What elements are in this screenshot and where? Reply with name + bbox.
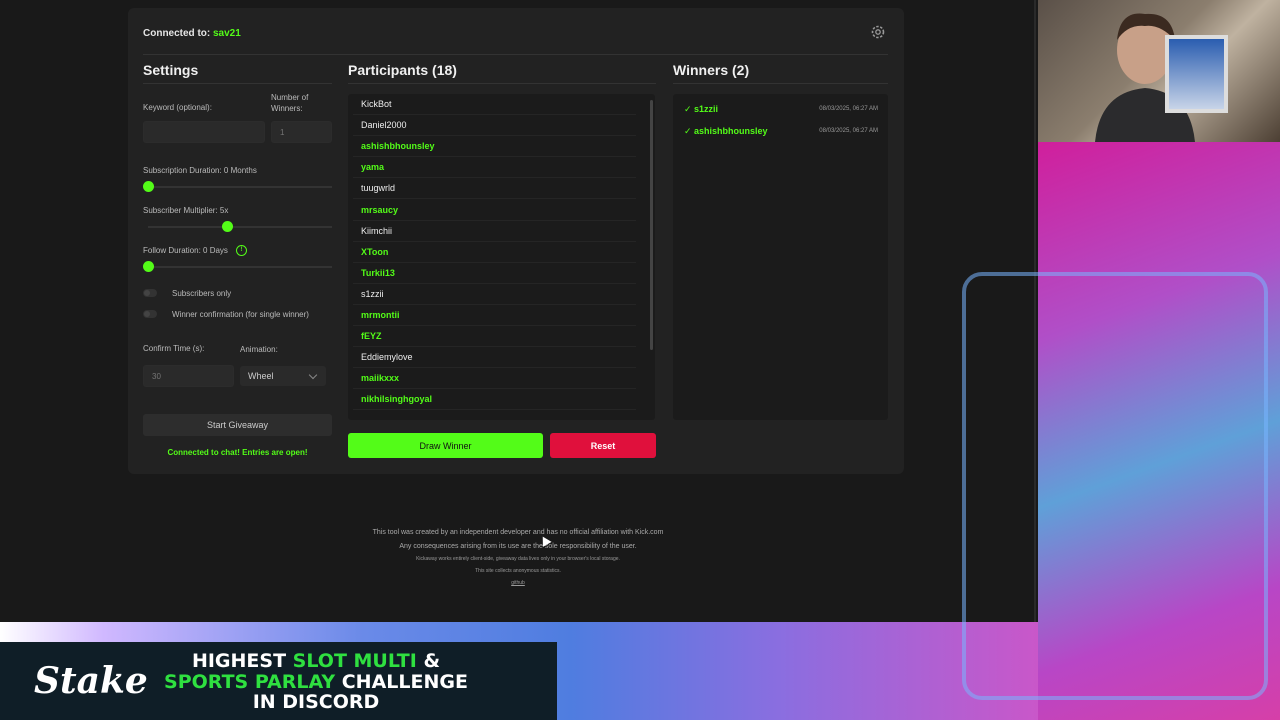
participants-title: Participants (18) [348, 62, 457, 78]
winners-title: Winners (2) [673, 62, 750, 78]
participants-rows: KickBot Daniel2000 ashishbhounsley yama tuug… [348, 94, 643, 411]
participant-row: Kiimchii [353, 221, 636, 242]
confirm-time-input[interactable] [143, 365, 234, 387]
footer-storage: Kickaway works entirely client-side, giv… [416, 556, 620, 562]
footer-disclaimer: This tool was created by an independent … [372, 529, 664, 536]
winner-name: ✓ ashishbhounsley [684, 125, 768, 136]
wall-art [1165, 35, 1228, 113]
participant-row: yama [353, 157, 636, 179]
webcam-feed [1038, 0, 1280, 142]
promo-line2-b: CHALLENGE [335, 670, 468, 693]
participants-list[interactable]: KickBot Daniel2000 ashishbhounsley yama tuug… [348, 94, 655, 420]
participant-row: KickBot [353, 94, 636, 116]
connection-indicator: Connected to: sav21 [143, 28, 241, 39]
app-window: Connected to: sav21 Settings Keyword (op… [0, 0, 1036, 622]
footer-stats: This site collects anonymous statistics. [475, 568, 561, 574]
winner-row: ✓ ashishbhounsley 08/03/2025, 06:27 AM [673, 120, 888, 142]
winners-count-input[interactable] [271, 121, 332, 143]
giveaway-card: Connected to: sav21 Settings Keyword (op… [128, 8, 904, 474]
promo-line1-a: HIGHEST [191, 650, 293, 672]
winners-label-line2: Winners: [271, 104, 303, 113]
participant-row: Turkii13 [353, 263, 636, 284]
sub-duration-slider[interactable] [143, 181, 332, 192]
stake-logo: Stake [34, 660, 148, 702]
settings-divider [143, 83, 332, 84]
participants-divider [348, 83, 656, 84]
participant-row: ashishbhounsley [353, 136, 636, 158]
header-divider [143, 54, 888, 55]
winners-count-label: Number of Winners: [271, 92, 308, 114]
promo-line2-a: SPORTS PARLAY [164, 670, 336, 693]
neon-frame-decoration [962, 272, 1268, 700]
promo-text: HIGHEST SLOT MULTI & SPORTS PARLAY CHALL… [146, 651, 486, 713]
connected-label: Connected to: [143, 28, 211, 39]
participant-row: maiikxxx [353, 368, 636, 390]
follow-duration-thumb[interactable] [143, 261, 154, 272]
chevron-down-icon [308, 370, 318, 380]
promo-line2: SPORTS PARLAY CHALLENGE [146, 670, 486, 693]
sub-duration-thumb[interactable] [143, 181, 154, 192]
participant-row: mrmontii [353, 305, 636, 327]
promo-line1: HIGHEST SLOT MULTI & [146, 651, 486, 672]
winners-list: ✓ s1zzii 08/03/2025, 06:27 AM ✓ ashishbhou… [673, 94, 888, 420]
sub-multiplier-slider[interactable] [148, 221, 332, 232]
winner-confirmation-toggle[interactable] [143, 310, 157, 318]
participant-row: s1zzii [353, 284, 636, 305]
sub-duration-label: Subscription Duration: 0 Months [143, 166, 257, 175]
winners-divider [673, 83, 888, 84]
participant-row: mrsaucy [353, 199, 636, 221]
subscribers-only-label: Subscribers only [172, 289, 232, 298]
promo-line1-b: SLOT MULTI [292, 650, 417, 672]
participant-row: XToon [353, 242, 636, 263]
winner-name: ✓ s1zzii [684, 103, 719, 114]
winners-label-line1: Number of [271, 93, 309, 102]
participant-row: nikhilsinghgoyal [353, 389, 636, 411]
follow-duration-slider[interactable] [143, 261, 332, 272]
status-message: Connected to chat! Entries are open! [167, 448, 308, 457]
footer-responsibility: Any consequences arising from its use ar… [399, 543, 637, 550]
confirm-time-label: Confirm Time (s): [143, 344, 205, 353]
winners-rows: ✓ s1zzii 08/03/2025, 06:27 AM ✓ ashishbhou… [673, 94, 888, 142]
participants-scrollbar[interactable] [650, 100, 653, 350]
animation-label: Animation: [240, 345, 278, 354]
animation-value: Wheel [248, 371, 274, 381]
info-icon[interactable]: ! [236, 245, 247, 256]
sub-multiplier-thumb[interactable] [222, 221, 234, 232]
winner-confirmation-label: Winner confirmation (for single winner) [172, 310, 309, 319]
participant-row: Eddiemylove [353, 347, 636, 369]
reset-button[interactable]: Reset [550, 433, 656, 458]
promo-line1-c: & [416, 650, 441, 672]
gear-icon[interactable] [870, 24, 886, 40]
channel-name: sav21 [213, 28, 241, 39]
keyword-label: Keyword (optional): [143, 103, 212, 112]
github-link[interactable]: github [0, 580, 1036, 586]
participant-row: tuugwrld [353, 178, 636, 200]
follow-duration-label: Follow Duration: 0 Days [143, 246, 228, 255]
draw-winner-button[interactable]: Draw Winner [348, 433, 543, 458]
start-giveaway-button[interactable]: Start Giveaway [143, 414, 332, 436]
promo-line3: IN DISCORD [252, 691, 380, 713]
subscribers-only-toggle[interactable] [143, 289, 157, 297]
winner-date: 08/03/2025, 06:27 AM [819, 128, 878, 134]
settings-title: Settings [143, 62, 199, 78]
animation-select[interactable]: Wheel [240, 366, 326, 386]
winner-row: ✓ s1zzii 08/03/2025, 06:27 AM [673, 98, 888, 120]
participant-row: Daniel2000 [353, 115, 636, 137]
winner-date: 08/03/2025, 06:27 AM [819, 106, 878, 112]
participant-row: fEYZ [353, 326, 636, 348]
keyword-input[interactable] [143, 121, 265, 143]
sub-multiplier-label: Subscriber Multiplier: 5x [143, 206, 229, 215]
